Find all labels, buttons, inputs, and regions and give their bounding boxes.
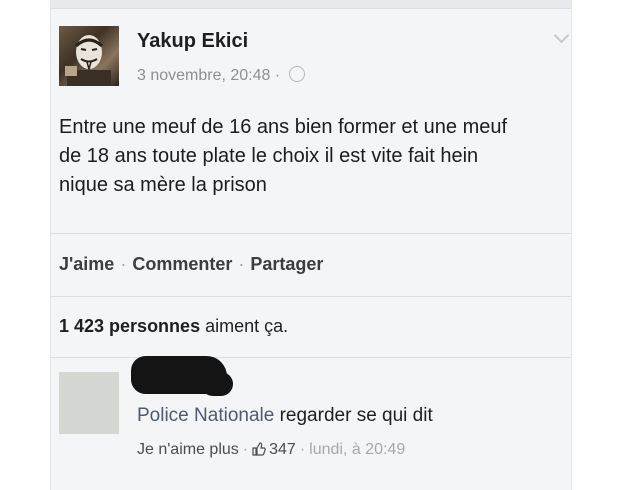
divider xyxy=(51,296,571,297)
divider xyxy=(51,357,571,358)
commenter-avatar[interactable] xyxy=(59,372,119,434)
comment-time[interactable]: lundi, à 20:49 xyxy=(309,441,405,458)
commenter-name[interactable]: Police Nationale xyxy=(137,405,274,426)
meta-separator: · xyxy=(299,441,306,458)
action-separator: · xyxy=(120,254,127,274)
post-text-line: nique sa mère la prison xyxy=(59,174,267,196)
likes-summary: 1 423 personnes aiment ça. xyxy=(59,316,288,337)
post-text-line: Entre une meuf de 16 ans bien former et … xyxy=(59,116,508,138)
meta-separator: · xyxy=(242,441,249,458)
unlike-button[interactable]: Je n'aime plus xyxy=(137,441,239,458)
globe-icon xyxy=(288,66,305,82)
like-button[interactable]: J'aime xyxy=(59,254,114,274)
comment-text: regarder se qui dit xyxy=(279,405,433,426)
divider xyxy=(51,233,571,234)
thumbs-up-icon xyxy=(252,442,266,456)
post-date[interactable]: 3 novembre, 20:48 xyxy=(137,67,270,84)
top-strip xyxy=(51,0,571,9)
post-text: Entre une meuf de 16 ans bien former et … xyxy=(59,113,571,200)
redaction-mark xyxy=(201,372,233,396)
comment-like-count[interactable]: 347 xyxy=(269,441,296,458)
likes-count-link[interactable]: 1 423 personnes xyxy=(59,316,200,336)
comment-meta: Je n'aime plus · 347 · lundi, à 20:49 xyxy=(137,441,405,459)
author-name[interactable]: Yakup Ekici xyxy=(137,30,248,53)
page: Yakup Ekici 3 novembre, 20:48 · Entre un… xyxy=(0,0,620,490)
action-separator: · xyxy=(238,254,245,274)
meta-separator: · xyxy=(274,67,285,84)
comment-button[interactable]: Commenter xyxy=(132,254,232,274)
post-text-line: de 18 ans toute plate le choix il est vi… xyxy=(59,145,479,167)
post-actions: J'aime · Commenter · Partager xyxy=(59,254,323,275)
chevron-down-icon[interactable] xyxy=(553,27,570,44)
comment-body: Police Nationale regarder se qui dit xyxy=(137,405,433,427)
share-button[interactable]: Partager xyxy=(250,254,323,274)
post-card: Yakup Ekici 3 novembre, 20:48 · Entre un… xyxy=(50,0,572,490)
post-meta: 3 novembre, 20:48 · xyxy=(137,66,305,85)
author-avatar[interactable] xyxy=(59,26,119,86)
mask-avatar-image xyxy=(65,35,111,86)
likes-suffix: aiment ça. xyxy=(205,316,289,336)
